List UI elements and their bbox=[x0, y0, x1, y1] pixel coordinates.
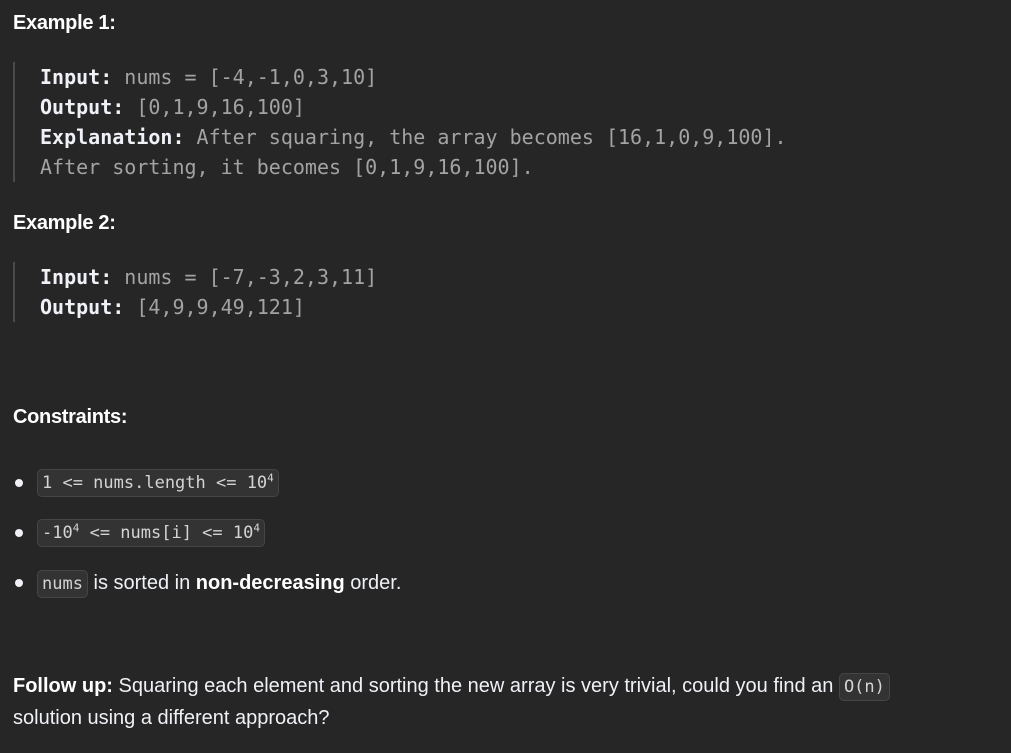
constraint-item: 1 <= nums.length <= 104 bbox=[13, 458, 401, 508]
input-label: Input: bbox=[40, 265, 113, 289]
output-label: Output: bbox=[40, 295, 125, 319]
example-2-heading: Example 2: bbox=[13, 212, 116, 234]
output-value: [4,9,9,49,121] bbox=[136, 295, 305, 319]
constraint-item: -104 <= nums[i] <= 104 bbox=[13, 508, 401, 558]
constraint-bold-text: non-decreasing bbox=[195, 571, 345, 594]
output-value: [0,1,9,16,100] bbox=[136, 95, 305, 119]
input-value: nums = [-7,-3,2,3,11] bbox=[124, 265, 378, 289]
constraint-code: nums bbox=[37, 569, 88, 598]
bullet bbox=[15, 529, 23, 537]
follow-up-text-2: solution using a different approach? bbox=[13, 707, 330, 729]
constraint-text: order. bbox=[344, 571, 402, 594]
constraint-item: nums is sorted in non-decreasing order. bbox=[13, 558, 401, 608]
example-1-input-line: Input: nums = [-4,-1,0,3,10] bbox=[40, 62, 787, 92]
example-2-input-line: Input: nums = [-7,-3,2,3,11] bbox=[40, 262, 377, 292]
follow-up-text: Squaring each element and sorting the ne… bbox=[112, 675, 839, 697]
follow-up-code: O(n) bbox=[838, 673, 890, 701]
constraint-text: is sorted in bbox=[87, 571, 196, 594]
follow-up-label: Follow up: bbox=[13, 675, 113, 697]
example-2-block: Input: nums = [-7,-3,2,3,11] Output: [4,… bbox=[13, 262, 377, 322]
explanation-label: Explanation: bbox=[40, 125, 185, 149]
follow-up: Follow up: Squaring each element and sor… bbox=[13, 670, 973, 734]
example-1-explanation-line: Explanation: After squaring, the array b… bbox=[40, 122, 787, 152]
example-2-output-line: Output: [4,9,9,49,121] bbox=[40, 292, 377, 322]
constraints-list: 1 <= nums.length <= 104 -104 <= nums[i] … bbox=[13, 458, 401, 608]
constraints-heading: Constraints: bbox=[13, 406, 128, 428]
example-1-explanation-line-2: After sorting, it becomes [0,1,9,16,100]… bbox=[40, 152, 787, 182]
bullet bbox=[15, 579, 23, 587]
example-1-block: Input: nums = [-4,-1,0,3,10] Output: [0,… bbox=[13, 62, 787, 182]
explanation-text-2: After sorting, it becomes [0,1,9,16,100]… bbox=[40, 155, 534, 179]
constraint-code: 1 <= nums.length <= 104 bbox=[37, 469, 279, 497]
constraint-code: -104 <= nums[i] <= 104 bbox=[37, 519, 265, 547]
example-1-output-line: Output: [0,1,9,16,100] bbox=[40, 92, 787, 122]
bullet bbox=[15, 479, 23, 487]
input-label: Input: bbox=[40, 65, 113, 89]
example-1-heading: Example 1: bbox=[13, 12, 116, 34]
input-value: nums = [-4,-1,0,3,10] bbox=[124, 65, 378, 89]
output-label: Output: bbox=[40, 95, 125, 119]
explanation-text-1: After squaring, the array becomes [16,1,… bbox=[196, 125, 787, 149]
